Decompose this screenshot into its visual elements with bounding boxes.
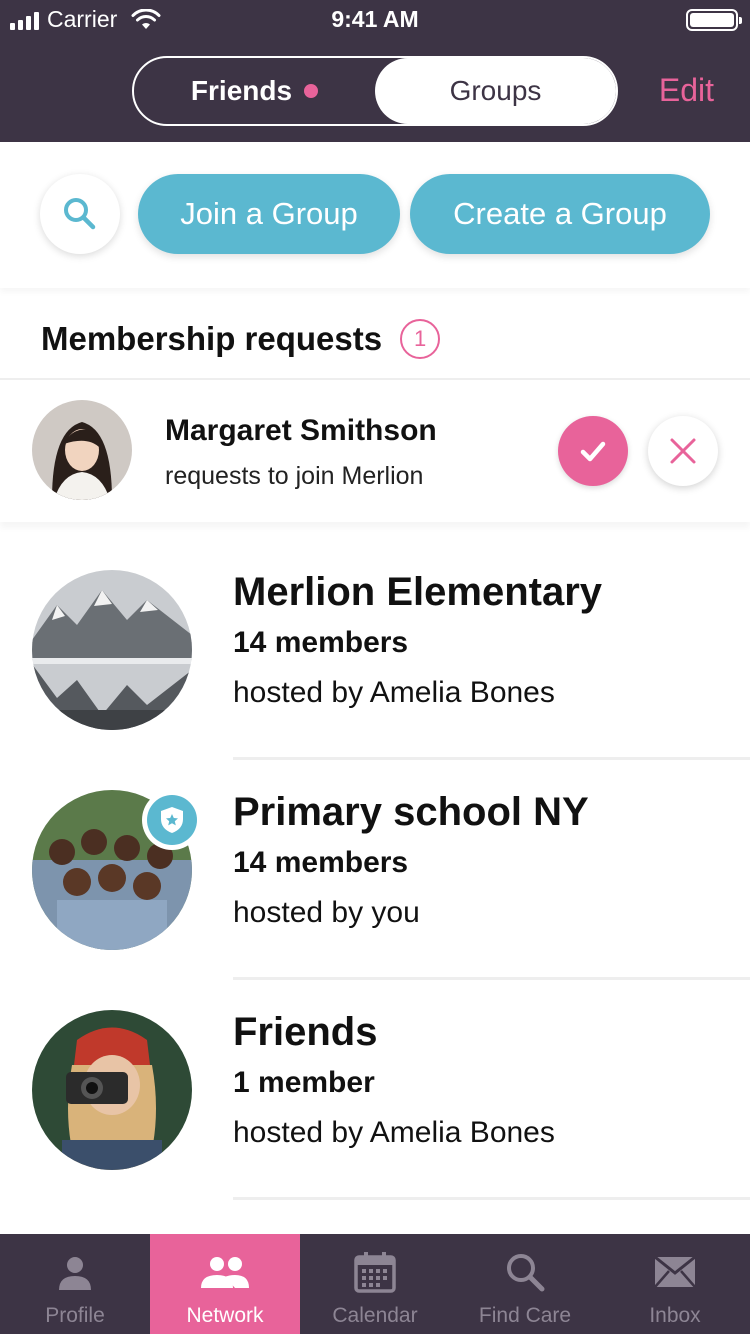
section-title: Membership requests [41, 320, 383, 357]
segment-groups[interactable]: Groups [375, 58, 616, 124]
notification-dot [304, 84, 319, 98]
membership-requests: Membership requests 1 Margaret Smithson … [0, 300, 750, 522]
status-time: 9:41 AM [331, 6, 419, 32]
request-row: Margaret Smithson requests to join Merli… [0, 380, 750, 522]
edit-button[interactable]: Edit [659, 72, 714, 109]
group-host: hosted by Amelia Bones [233, 1116, 555, 1149]
group-image [32, 1010, 192, 1170]
tab-calendar[interactable]: Calendar [300, 1234, 450, 1334]
divider [233, 1197, 750, 1200]
group-title: Primary school NY [233, 790, 589, 834]
tab-inbox[interactable]: Inbox [600, 1234, 750, 1334]
group-row[interactable]: Primary school NY 14 members hosted by y… [0, 760, 750, 980]
search-button[interactable] [40, 174, 120, 254]
people-icon [201, 1257, 249, 1288]
group-host: hosted by you [233, 896, 420, 929]
tab-label: Network [186, 1304, 264, 1327]
group-actions: Join a Group Create a Group [0, 142, 750, 288]
close-icon [670, 438, 696, 464]
create-group-button[interactable]: Create a Group [410, 174, 710, 254]
person-icon [59, 1257, 91, 1290]
status-bar: Carrier 9:41 AM [0, 0, 750, 40]
tab-label: Calendar [332, 1304, 418, 1327]
member-count: 14 members [233, 846, 409, 879]
search-icon [64, 198, 96, 230]
request-subtitle: requests to join Merlion [165, 462, 424, 490]
tab-label: Find Care [478, 1304, 572, 1327]
section-header: Membership requests 1 [0, 300, 750, 380]
tab-network[interactable]: Network [150, 1234, 300, 1334]
mail-icon [654, 1255, 696, 1288]
accept-button[interactable] [558, 416, 628, 486]
member-count: 14 members [233, 626, 409, 659]
tab-label: Profile [45, 1304, 105, 1327]
group-image [32, 570, 192, 730]
group-row[interactable]: Merlion Elementary 14 members hosted by … [0, 540, 750, 760]
group-title: Friends [233, 1010, 378, 1054]
tab-find-care[interactable]: Find Care [450, 1234, 600, 1334]
decline-button[interactable] [648, 416, 718, 486]
member-count: 1 member [233, 1066, 375, 1099]
request-count-badge: 1 [400, 319, 441, 359]
tab-profile[interactable]: Profile [0, 1234, 150, 1334]
segmented-control: Friends Groups [132, 56, 618, 126]
app-header: Carrier 9:41 AM Friends Groups Edit [0, 0, 750, 142]
check-icon [580, 441, 606, 462]
join-group-button[interactable]: Join a Group [138, 174, 400, 254]
group-title: Merlion Elementary [233, 570, 603, 614]
group-row[interactable]: Friends 1 member hosted by Amelia Bones [0, 980, 750, 1200]
segment-friends[interactable]: Friends [134, 58, 375, 124]
tab-bar: Profile Network Calendar Find Care Inbox [0, 1234, 750, 1334]
segment-friends-label: Friends [190, 75, 293, 106]
admin-badge [142, 790, 202, 850]
group-host: hosted by Amelia Bones [233, 676, 555, 709]
search-icon [507, 1254, 545, 1292]
requester-name: Margaret Smithson [165, 414, 437, 447]
tab-label: Inbox [649, 1304, 701, 1327]
avatar [32, 400, 132, 500]
shield-star-icon [161, 807, 183, 833]
battery-icon [686, 9, 742, 31]
calendar-icon [354, 1252, 396, 1293]
